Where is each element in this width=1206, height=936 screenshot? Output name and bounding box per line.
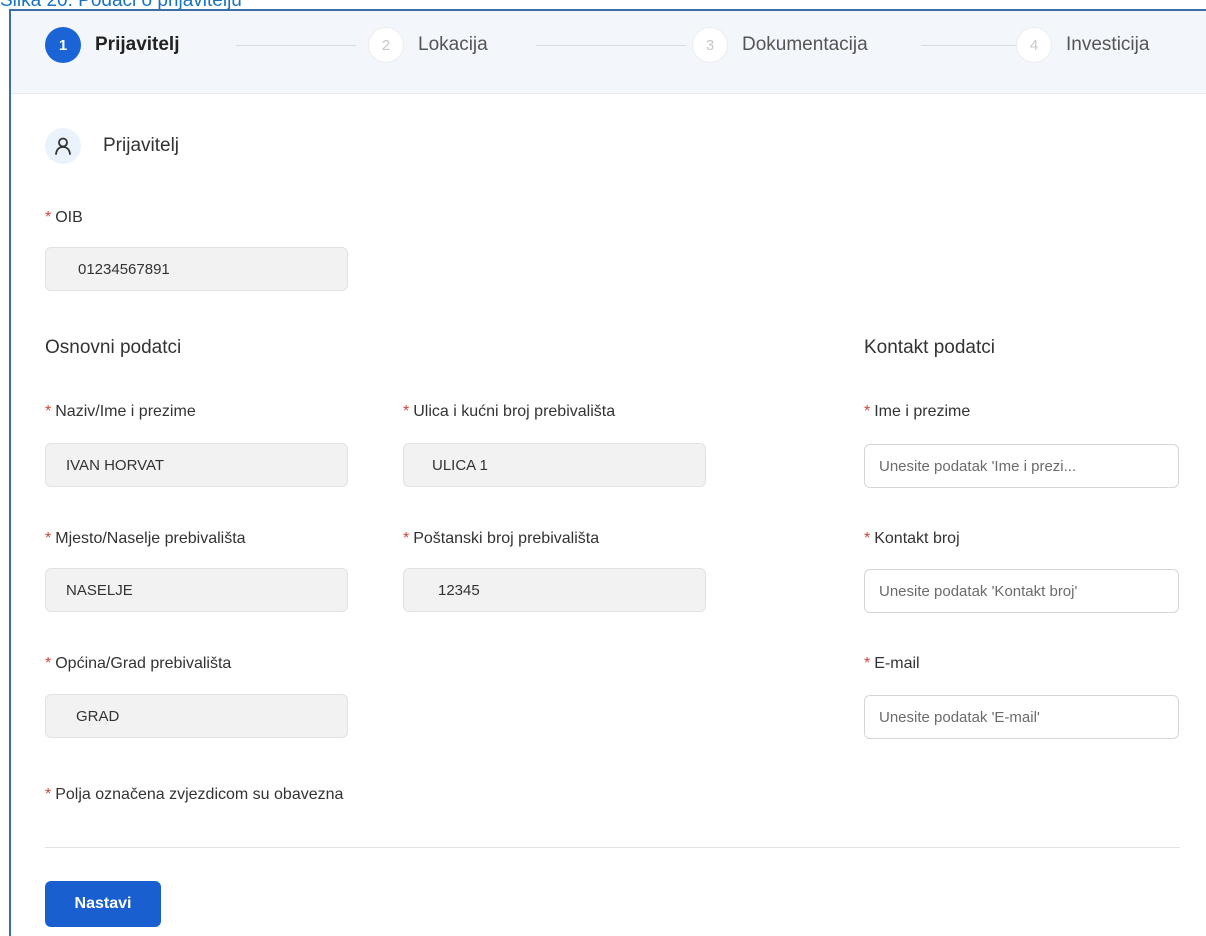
oib-label: * OIB [45, 209, 83, 227]
required-mark: * [403, 530, 410, 547]
required-note: * Polja označena zvjezdicom su obavezna [45, 786, 343, 804]
step-number: 2 [368, 27, 404, 63]
label-text: Mjesto/Naselje prebivališta [55, 530, 246, 547]
opcina-field: GRAD [45, 694, 348, 738]
field-value: GRAD [76, 707, 120, 725]
note-text: Polja označena zvjezdicom su obavezna [55, 786, 344, 803]
kontakt-ime-label: * Ime i prezime [864, 403, 970, 421]
step-prijavitelj[interactable]: 1 Prijavitelj [45, 25, 180, 65]
label-text: Općina/Grad prebivališta [55, 655, 232, 672]
wizard-frame: 1 Prijavitelj 2 Lokacija 3 Dokumentacija… [9, 9, 1206, 936]
section-title: Prijavitelj [103, 135, 180, 156]
required-mark: * [45, 655, 52, 672]
step-label: Dokumentacija [742, 34, 868, 55]
required-mark: * [864, 655, 871, 672]
email-label: * E-mail [864, 655, 920, 673]
step-number: 1 [45, 27, 81, 63]
kontakt-ime-input[interactable]: Unesite podatak 'Ime i prezi... [864, 444, 1179, 488]
oib-field: 01234567891 [45, 247, 348, 291]
input-placeholder: Unesite podatak 'Kontakt broj' [879, 582, 1078, 600]
step-lokacija[interactable]: 2 Lokacija [368, 25, 488, 65]
input-placeholder: Unesite podatak 'Ime i prezi... [879, 457, 1077, 475]
required-mark: * [45, 403, 52, 420]
required-mark: * [864, 530, 871, 547]
naziv-field: IVAN HORVAT [45, 443, 348, 487]
label-text: E-mail [874, 655, 920, 672]
ulica-field: ULICA 1 [403, 443, 706, 487]
label-text: Kontakt broj [874, 530, 960, 547]
stepper: 1 Prijavitelj 2 Lokacija 3 Dokumentacija… [11, 11, 1206, 94]
label-text: Ime i prezime [874, 403, 971, 420]
field-value: IVAN HORVAT [66, 456, 165, 474]
required-mark: * [403, 403, 410, 420]
step-number: 4 [1016, 27, 1052, 63]
email-input[interactable]: Unesite podatak 'E-mail' [864, 695, 1179, 739]
step-connector [921, 45, 1016, 46]
ulica-label: * Ulica i kućni broj prebivališta [403, 403, 615, 421]
step-label: Investicija [1066, 34, 1150, 55]
nastavi-button[interactable]: Nastavi [45, 881, 161, 927]
step-label: Lokacija [418, 34, 488, 55]
divider [45, 847, 1180, 848]
section-header: Prijavitelj [45, 128, 179, 164]
user-icon [45, 128, 81, 164]
required-mark: * [864, 403, 871, 420]
input-placeholder: Unesite podatak 'E-mail' [879, 708, 1040, 726]
field-value: NASELJE [66, 581, 133, 599]
step-dokumentacija[interactable]: 3 Dokumentacija [692, 25, 868, 65]
naziv-label: * Naziv/Ime i prezime [45, 403, 196, 421]
mjesto-field: NASELJE [45, 568, 348, 612]
step-connector [236, 45, 356, 46]
field-value: 01234567891 [78, 260, 170, 278]
required-mark: * [45, 786, 52, 803]
kontakt-broj-input[interactable]: Unesite podatak 'Kontakt broj' [864, 569, 1179, 613]
postanski-label: * Poštanski broj prebivališta [403, 530, 599, 548]
required-mark: * [45, 530, 52, 547]
required-mark: * [45, 209, 52, 226]
osnovni-podatci-title: Osnovni podatci [45, 337, 182, 358]
opcina-label: * Općina/Grad prebivališta [45, 655, 231, 673]
label-text: Poštanski broj prebivališta [413, 530, 600, 547]
postanski-field: 12345 [403, 568, 706, 612]
field-value: 12345 [438, 581, 480, 599]
kontakt-podatci-title: Kontakt podatci [864, 337, 995, 358]
kontakt-broj-label: * Kontakt broj [864, 530, 960, 548]
step-number: 3 [692, 27, 728, 63]
step-investicija[interactable]: 4 Investicija [1016, 25, 1149, 65]
label-text: OIB [55, 209, 83, 226]
step-label: Prijavitelj [95, 34, 180, 55]
label-text: Naziv/Ime i prezime [55, 403, 196, 420]
step-connector [536, 45, 686, 46]
mjesto-label: * Mjesto/Naselje prebivališta [45, 530, 246, 548]
field-value: ULICA 1 [432, 456, 488, 474]
label-text: Ulica i kućni broj prebivališta [413, 403, 616, 420]
